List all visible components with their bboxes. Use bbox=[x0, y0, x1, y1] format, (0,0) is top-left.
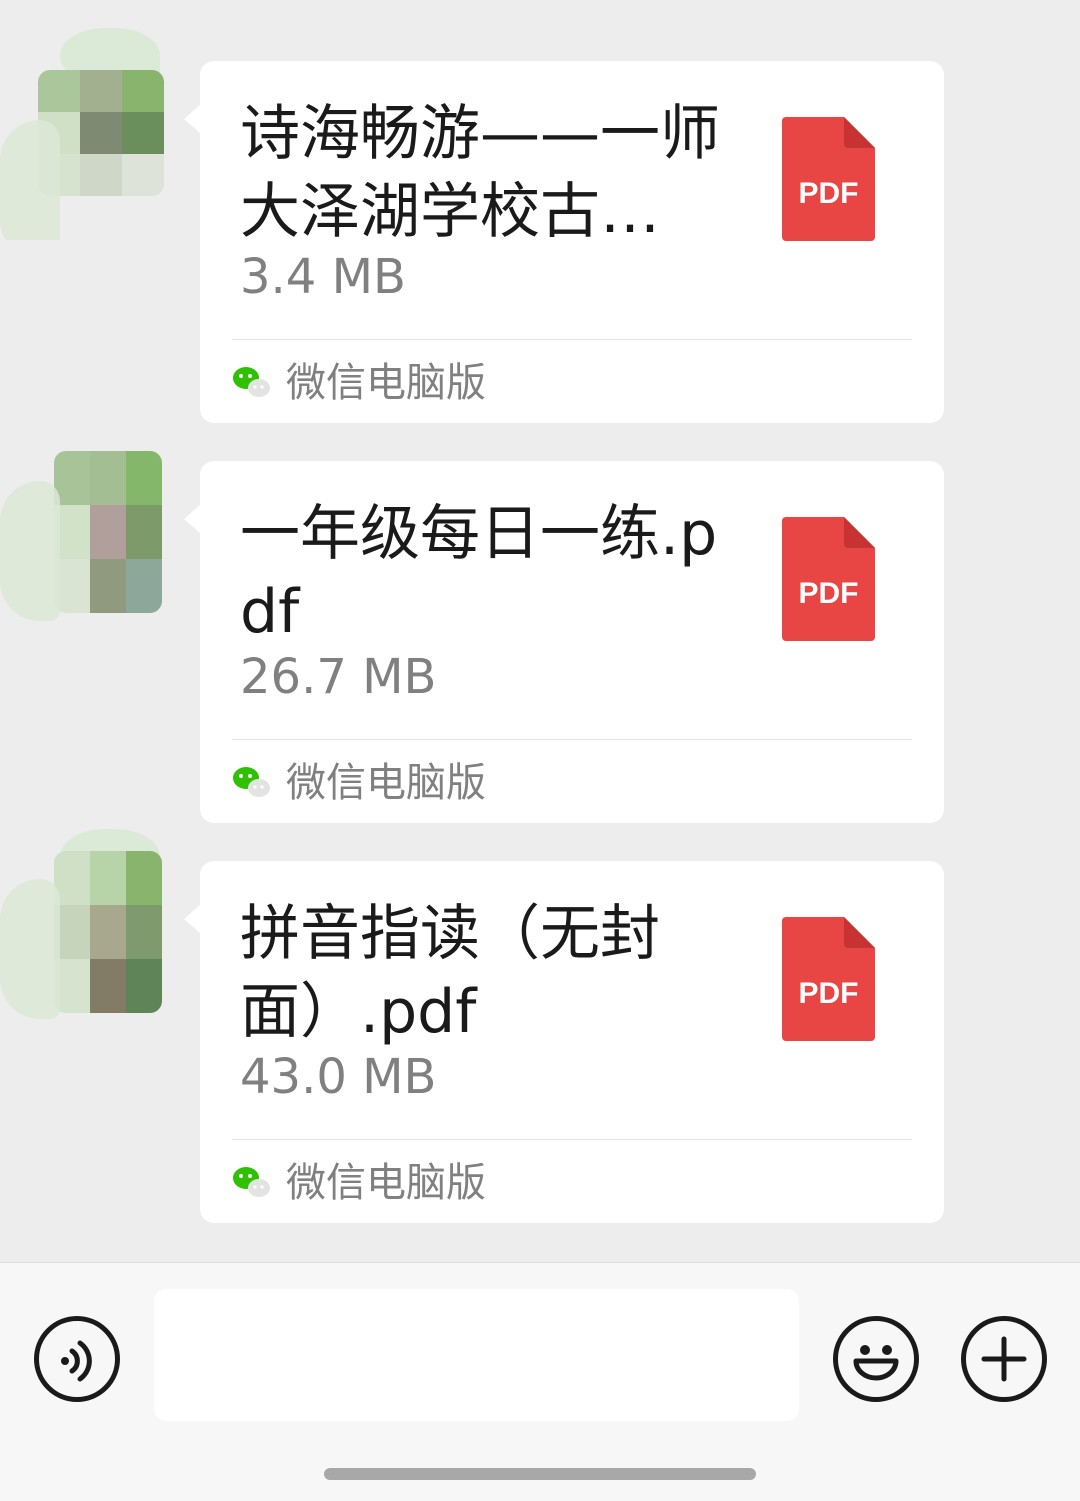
pdf-file-icon: PDF bbox=[782, 117, 875, 241]
input-bar bbox=[0, 1262, 1080, 1501]
home-indicator[interactable] bbox=[324, 1468, 756, 1480]
plus-icon bbox=[981, 1336, 1027, 1382]
message-input[interactable] bbox=[154, 1289, 799, 1421]
divider bbox=[232, 739, 912, 740]
avatar[interactable] bbox=[0, 829, 170, 1029]
wechat-icon bbox=[232, 765, 272, 801]
emoji-button[interactable] bbox=[833, 1316, 919, 1402]
more-button[interactable] bbox=[961, 1316, 1047, 1402]
file-size: 3.4 MB bbox=[240, 249, 406, 305]
divider bbox=[232, 339, 912, 340]
source-row: 微信电脑版 bbox=[232, 1155, 486, 1211]
wechat-icon bbox=[232, 1165, 272, 1201]
file-name: 一年级每日一练.pdf bbox=[240, 499, 718, 647]
file-size: 43.0 MB bbox=[240, 1049, 437, 1105]
avatar[interactable] bbox=[0, 0, 170, 240]
file-message-bubble[interactable]: 拼音指读（无封面）.pdf 43.0 MB PDF 微信电脑版 bbox=[184, 861, 944, 1223]
pdf-label: PDF bbox=[799, 177, 859, 210]
voice-icon bbox=[61, 1340, 92, 1382]
source-row: 微信电脑版 bbox=[232, 355, 486, 411]
file-name: 诗海畅游——一师大泽湖学校古… bbox=[240, 99, 720, 247]
chat-area: 诗海畅游——一师大泽湖学校古… 3.4 MB PDF 微信电脑版 一年级每日一练… bbox=[0, 0, 1080, 1262]
voice-button[interactable] bbox=[34, 1316, 120, 1402]
message-row: 诗海畅游——一师大泽湖学校古… 3.4 MB PDF 微信电脑版 bbox=[0, 28, 1080, 425]
file-size: 26.7 MB bbox=[240, 649, 437, 705]
wechat-icon bbox=[232, 365, 272, 401]
file-message-bubble[interactable]: 一年级每日一练.pdf 26.7 MB PDF 微信电脑版 bbox=[184, 461, 944, 823]
pdf-file-icon: PDF bbox=[782, 917, 875, 1041]
pdf-file-icon: PDF bbox=[782, 517, 875, 641]
pdf-label: PDF bbox=[799, 977, 859, 1010]
emoji-icon bbox=[853, 1345, 899, 1381]
source-label: 微信电脑版 bbox=[286, 760, 486, 806]
source-label: 微信电脑版 bbox=[286, 360, 486, 406]
file-name: 拼音指读（无封面）.pdf bbox=[240, 899, 660, 1047]
divider bbox=[232, 1139, 912, 1140]
source-label: 微信电脑版 bbox=[286, 1160, 486, 1206]
avatar[interactable] bbox=[0, 451, 170, 631]
source-row: 微信电脑版 bbox=[232, 755, 486, 811]
message-row: 拼音指读（无封面）.pdf 43.0 MB PDF 微信电脑版 bbox=[0, 829, 1080, 1225]
file-message-bubble[interactable]: 诗海畅游——一师大泽湖学校古… 3.4 MB PDF 微信电脑版 bbox=[184, 61, 944, 423]
message-row: 一年级每日一练.pdf 26.7 MB PDF 微信电脑版 bbox=[0, 451, 1080, 825]
pdf-label: PDF bbox=[799, 577, 859, 610]
